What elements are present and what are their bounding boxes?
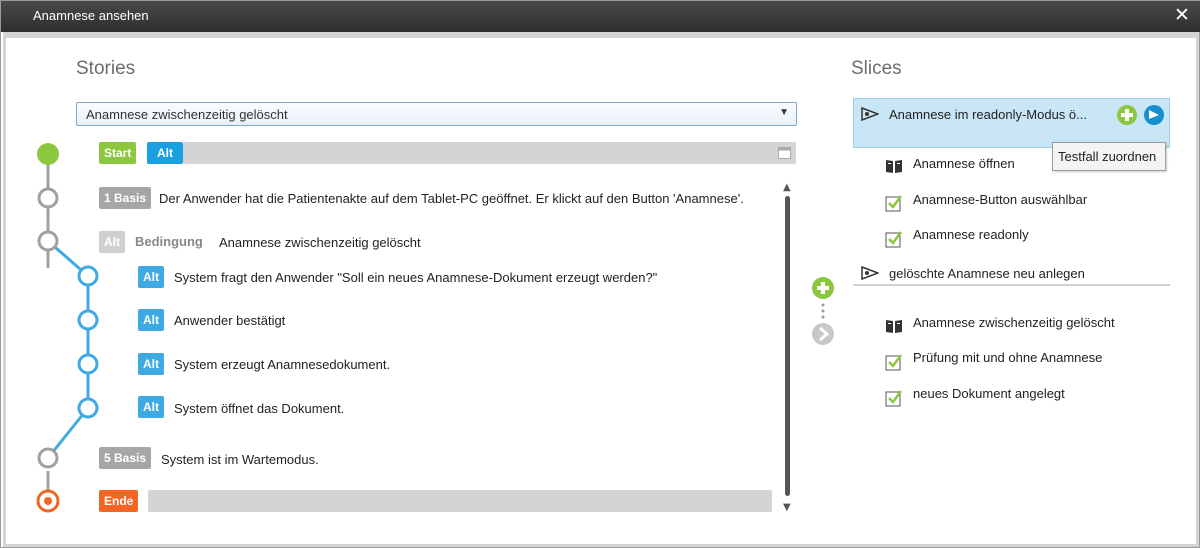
scroll-down-icon[interactable]: ▼ <box>783 502 791 513</box>
step-badge: 5 Basis <box>99 447 152 469</box>
window-title: Anamnese ansehen <box>33 8 149 23</box>
slice-divider <box>853 284 1170 286</box>
check-icon <box>885 390 903 407</box>
alt-badge: Alt <box>138 396 164 418</box>
slices-heading: Slices <box>851 58 902 79</box>
timeline-alt-node <box>77 353 99 375</box>
slice-item-text: Anamnese readonly <box>913 227 1029 242</box>
start-bar <box>183 142 796 164</box>
slice-item-text: neues Dokument angelegt <box>913 386 1065 401</box>
story-select[interactable]: Anamnese zwischenzeitig gelöscht ▼ <box>76 102 797 126</box>
slice-icon <box>861 107 879 121</box>
step-text: Der Anwender hat die Patientenakte auf d… <box>159 191 744 206</box>
book-icon <box>886 160 902 173</box>
condition-label: Bedingung <box>135 234 203 249</box>
window-icon[interactable] <box>778 147 791 159</box>
timeline-node <box>37 230 59 252</box>
check-icon <box>885 354 903 371</box>
alt-badge: Alt <box>138 266 164 288</box>
stories-heading: Stories <box>76 58 136 79</box>
scroll-up-icon[interactable]: ▲ <box>783 182 791 193</box>
slice-label[interactable]: gelöschte Anamnese neu anlegen <box>889 266 1085 281</box>
alt-step-text: Anwender bestätigt <box>174 313 286 328</box>
next-icon <box>812 323 834 345</box>
condition-alt-badge: Alt <box>99 231 125 253</box>
close-icon[interactable]: ✕ <box>1171 4 1193 26</box>
assign-testcase-icon[interactable] <box>1143 104 1165 126</box>
slice-item-text: Anamnese zwischenzeitig gelöscht <box>913 315 1115 330</box>
stories-scrollbar[interactable]: ▲ ▼ <box>781 182 795 516</box>
chevron-down-icon: ▼ <box>779 107 789 118</box>
book-icon <box>886 320 902 333</box>
selected-slice-label: Anamnese im readonly-Modus ö... <box>889 107 1087 122</box>
timeline-node <box>37 447 59 469</box>
timeline-alt-node <box>77 265 99 287</box>
add-icon[interactable] <box>1116 104 1138 126</box>
start-badge: Start <box>99 142 137 164</box>
timeline-node <box>37 187 59 209</box>
check-icon <box>885 231 903 248</box>
condition-text: Anamnese zwischenzeitig gelöscht <box>219 235 421 250</box>
dialog-window: Anamnese ansehen ✕ Stories Anamnese zwis… <box>0 0 1200 548</box>
step-text: System ist im Wartemodus. <box>161 452 319 467</box>
end-badge: Ende <box>99 490 139 512</box>
timeline-start-node <box>37 143 59 165</box>
tooltip: Testfall zuordnen <box>1052 142 1166 171</box>
slice-item-text: Prüfung mit und ohne Anamnese <box>913 350 1103 365</box>
step-badge: 1 Basis <box>99 187 152 209</box>
check-icon <box>885 195 903 212</box>
alt-badge: Alt <box>138 353 164 375</box>
end-bar <box>148 490 772 512</box>
start-alt-badge[interactable]: Alt <box>147 142 183 164</box>
alt-badge: Alt <box>138 309 164 331</box>
slice-item-text: Anamnese öffnen <box>913 156 1015 171</box>
slice-item-text: Anamnese-Button auswählbar <box>913 192 1088 207</box>
alt-step-text: System fragt den Anwender "Soll ein neue… <box>174 270 658 285</box>
slice-connector <box>812 277 834 345</box>
timeline-alt-node <box>77 397 99 419</box>
scroll-thumb[interactable] <box>785 196 790 496</box>
titlebar: Anamnese ansehen ✕ <box>1 1 1200 32</box>
alt-step-text: System öffnet das Dokument. <box>174 401 345 416</box>
timeline-alt-node <box>77 309 99 331</box>
alt-step-text: System erzeugt Anamnesedokument. <box>174 357 391 372</box>
story-select-value: Anamnese zwischenzeitig gelöscht <box>86 107 288 122</box>
slice-icon <box>861 266 879 280</box>
